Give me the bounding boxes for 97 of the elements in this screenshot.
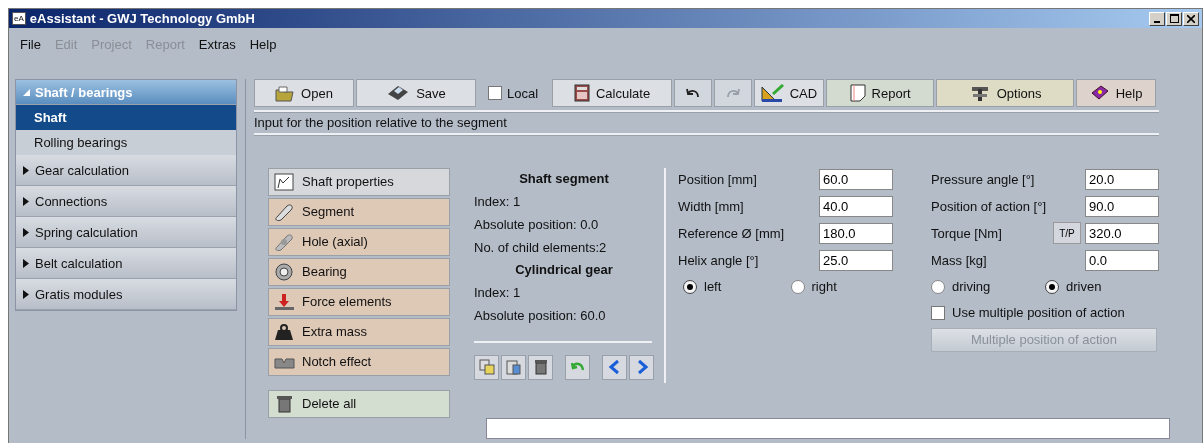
radio-button[interactable]: [790, 279, 805, 294]
copy-icon: [478, 359, 495, 376]
menu-item[interactable]: Extras: [198, 36, 236, 52]
sidebar-group[interactable]: Spring calculation: [16, 217, 236, 248]
force-arrow-icon: [274, 292, 296, 311]
radio-button[interactable]: [1045, 279, 1059, 294]
menu-item[interactable]: Help: [249, 36, 277, 52]
section-heading: Shaft segment: [518, 169, 610, 188]
copy-button[interactable]: [474, 354, 499, 380]
app-icon: eA: [12, 12, 26, 25]
sidebar-group[interactable]: Gear calculation: [16, 155, 236, 186]
field-label: Pressure angle [°]: [931, 171, 1036, 187]
element-button[interactable]: Force elements: [268, 287, 450, 316]
close-icon: [1187, 14, 1195, 23]
field-label: Reference Ø [mm]: [678, 225, 786, 241]
paste-icon: [505, 359, 522, 376]
element-button[interactable]: Segment: [268, 197, 450, 226]
element-button[interactable]: Notch effect: [268, 347, 450, 376]
cylinder-icon: [274, 202, 296, 221]
input-field[interactable]: 90.0: [1085, 195, 1159, 217]
sidebar-item[interactable]: Shaft: [16, 105, 236, 130]
radio-label: right: [811, 279, 837, 295]
folder-icon: [275, 84, 296, 102]
toolbar-button[interactable]: Calculate: [552, 79, 673, 107]
info-text: Index: 1: [474, 192, 522, 211]
toolbar-button[interactable]: Open: [254, 79, 354, 107]
expand-icon: [22, 87, 30, 97]
weight-icon: [274, 322, 296, 341]
field-label: Torque [Nm]: [931, 225, 1003, 241]
document-icon: [849, 84, 866, 102]
field-label: Position of action [°]: [931, 198, 1048, 214]
reset-button[interactable]: [565, 354, 590, 380]
set-square-icon: [761, 84, 784, 102]
radio-label: driving: [952, 279, 991, 295]
chart-icon: [274, 172, 296, 191]
field-label: Position [mm]: [678, 171, 758, 187]
info-text: No. of child elements:2: [474, 238, 608, 257]
radio-label: left: [704, 279, 722, 295]
input-field[interactable]: 25.0: [819, 249, 893, 271]
input-field[interactable]: 0.0: [1085, 249, 1159, 271]
input-field[interactable]: 20.0: [1085, 168, 1159, 190]
element-button[interactable]: Shaft properties: [268, 167, 450, 196]
hint-text: Input for the position relative to the segment: [254, 114, 508, 130]
input-field[interactable]: 180.0: [819, 222, 893, 244]
calculator-icon: [573, 84, 590, 102]
book-icon: [1089, 84, 1110, 102]
close-button[interactable]: [1183, 11, 1199, 26]
maximize-icon: [1169, 14, 1179, 23]
expand-icon: [22, 227, 30, 237]
maximize-button[interactable]: [1166, 11, 1182, 26]
multiple-action-checkbox[interactable]: Use multiple position of action: [931, 301, 1159, 324]
input-field[interactable]: 40.0: [819, 195, 893, 217]
torque-power-button[interactable]: T/P: [1053, 222, 1081, 245]
menu-item[interactable]: File: [20, 36, 41, 52]
toolbar-button[interactable]: Options: [936, 79, 1075, 107]
next-button[interactable]: [629, 354, 654, 380]
input-field[interactable]: 60.0: [819, 168, 893, 190]
previous-button[interactable]: [602, 354, 627, 380]
info-text: Absolute position: 0.0: [474, 215, 600, 234]
minimize-button[interactable]: [1149, 11, 1165, 26]
delete-all-button[interactable]: Delete all: [268, 389, 450, 418]
sidebar-group[interactable]: Belt calculation: [16, 248, 236, 279]
toolbar-button[interactable]: CAD: [754, 79, 825, 107]
toolbar-button[interactable]: Report: [826, 79, 935, 107]
expand-icon: [22, 165, 30, 175]
undo-button[interactable]: [674, 79, 713, 107]
undo-icon: [685, 87, 702, 99]
window-title: eAssistant - GWJ Technology GmbH: [29, 11, 256, 26]
input-field[interactable]: 320.0: [1085, 222, 1159, 244]
sidebar-group[interactable]: Gratis modules: [16, 279, 236, 310]
expand-icon: [22, 196, 30, 206]
sidebar-group[interactable]: Connections: [16, 186, 236, 217]
element-button[interactable]: Bearing: [268, 257, 450, 286]
expand-icon: [22, 289, 30, 299]
toolbar-button[interactable]: Save: [356, 79, 476, 107]
trash-icon: [532, 359, 549, 376]
minimize-icon: [1154, 20, 1160, 23]
field-label: Helix angle [°]: [678, 252, 760, 268]
delete-button[interactable]: [528, 354, 553, 380]
sidebar-item[interactable]: Rolling bearings: [16, 130, 236, 155]
section-heading: Cylindrical gear: [514, 260, 614, 279]
radio-button[interactable]: [683, 279, 697, 294]
info-text: Index: 1: [474, 283, 522, 302]
field-label: Width [mm]: [678, 198, 745, 214]
field-label: Mass [kg]: [931, 252, 988, 268]
radio-label: driven: [1066, 279, 1102, 295]
redo-icon: [725, 87, 742, 99]
element-button[interactable]: Hole (axial): [268, 227, 450, 256]
expand-icon: [22, 258, 30, 268]
bearing-icon: [274, 262, 296, 281]
element-button[interactable]: Extra mass: [268, 317, 450, 346]
paste-button[interactable]: [501, 354, 526, 380]
radio-button[interactable]: [931, 279, 945, 294]
text-area[interactable]: [486, 417, 1170, 439]
toolbar-button[interactable]: Help: [1076, 79, 1157, 107]
info-text: Absolute position: 60.0: [474, 306, 607, 325]
local-checkbox[interactable]: Local: [478, 85, 551, 101]
